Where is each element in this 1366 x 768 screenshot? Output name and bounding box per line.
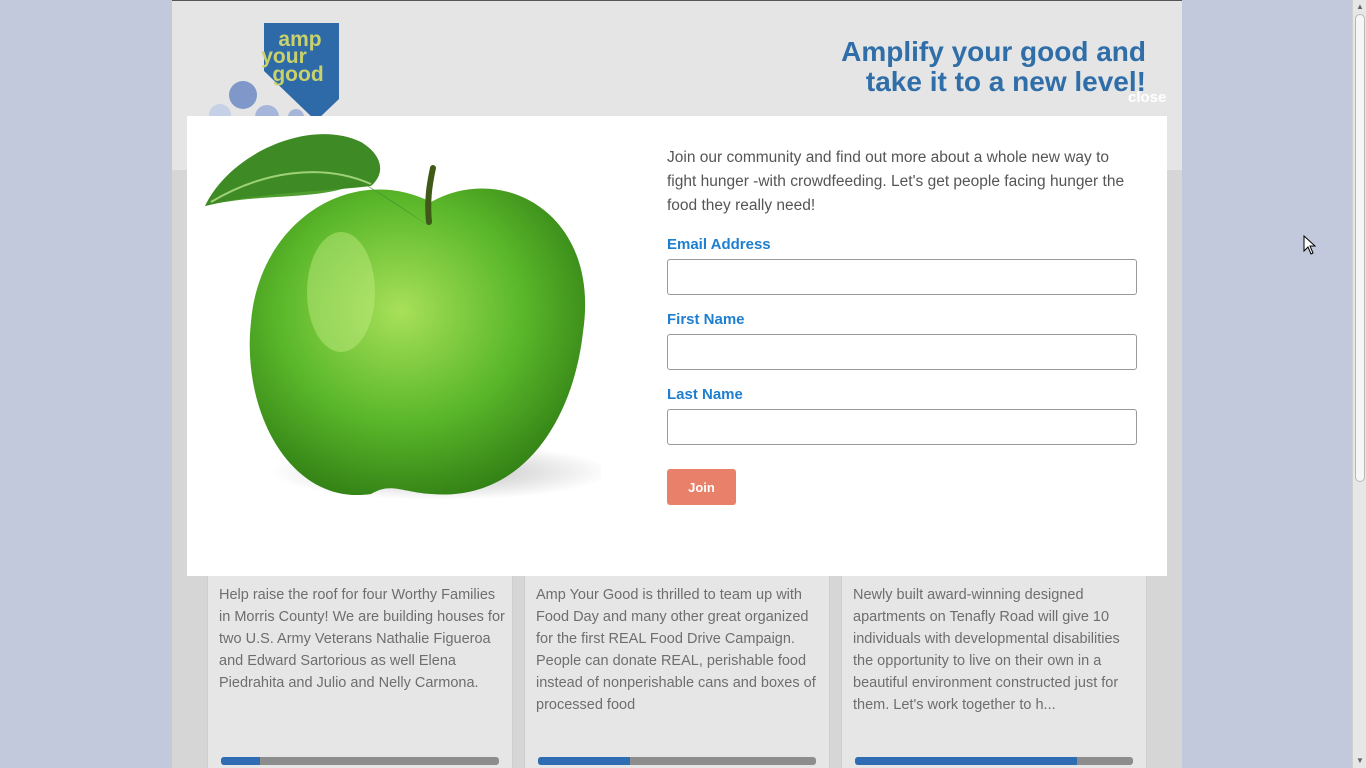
scroll-thumb[interactable]: [1355, 14, 1365, 482]
page-scrollbar[interactable]: ▲ ▼: [1352, 0, 1366, 768]
signup-modal: Join our community and find out more abo…: [187, 116, 1167, 576]
signup-form: Join our community and find out more abo…: [667, 146, 1137, 505]
email-field[interactable]: [667, 259, 1137, 295]
progress-fill: [221, 757, 260, 765]
campaign-description: Amp Your Good is thrilled to team up wit…: [536, 587, 816, 713]
campaign-card[interactable]: Newly built award-winning designed apart…: [841, 576, 1147, 768]
progress-fill: [538, 757, 630, 765]
tagline-line-2: take it to a new level!: [865, 66, 1146, 97]
green-apple-image: [205, 134, 601, 500]
tagline-line-1: Amplify your good and: [841, 36, 1146, 67]
campaign-description: Newly built award-winning designed apart…: [853, 587, 1120, 713]
scroll-down-arrow-icon[interactable]: ▼: [1355, 756, 1365, 766]
first-name-label: First Name: [667, 311, 745, 328]
first-name-field[interactable]: [667, 334, 1137, 370]
amp-your-good-logo[interactable]: amp your good: [206, 21, 342, 121]
campaign-card[interactable]: Amp Your Good is thrilled to team up wit…: [524, 576, 830, 768]
modal-close-link[interactable]: close: [1128, 89, 1166, 106]
campaign-progress-bar: [221, 757, 499, 765]
last-name-label: Last Name: [667, 386, 743, 403]
logo-text-line-3: good: [272, 63, 323, 86]
campaign-description: Help raise the roof for four Worthy Fami…: [219, 587, 505, 691]
arrow-cursor-icon: [1303, 235, 1317, 255]
join-button[interactable]: Join: [667, 469, 736, 505]
email-label: Email Address: [667, 236, 771, 253]
campaign-progress-bar: [538, 757, 816, 765]
campaign-progress-bar: [855, 757, 1133, 765]
campaign-card[interactable]: Help raise the roof for four Worthy Fami…: [207, 576, 513, 768]
last-name-field[interactable]: [667, 409, 1137, 445]
site-tagline: Amplify your good and take it to a new l…: [726, 37, 1146, 97]
scroll-up-arrow-icon[interactable]: ▲: [1355, 2, 1365, 12]
signup-intro-text: Join our community and find out more abo…: [667, 149, 1125, 214]
campaign-cards: Help raise the roof for four Worthy Fami…: [207, 576, 1147, 768]
progress-fill: [855, 757, 1078, 765]
